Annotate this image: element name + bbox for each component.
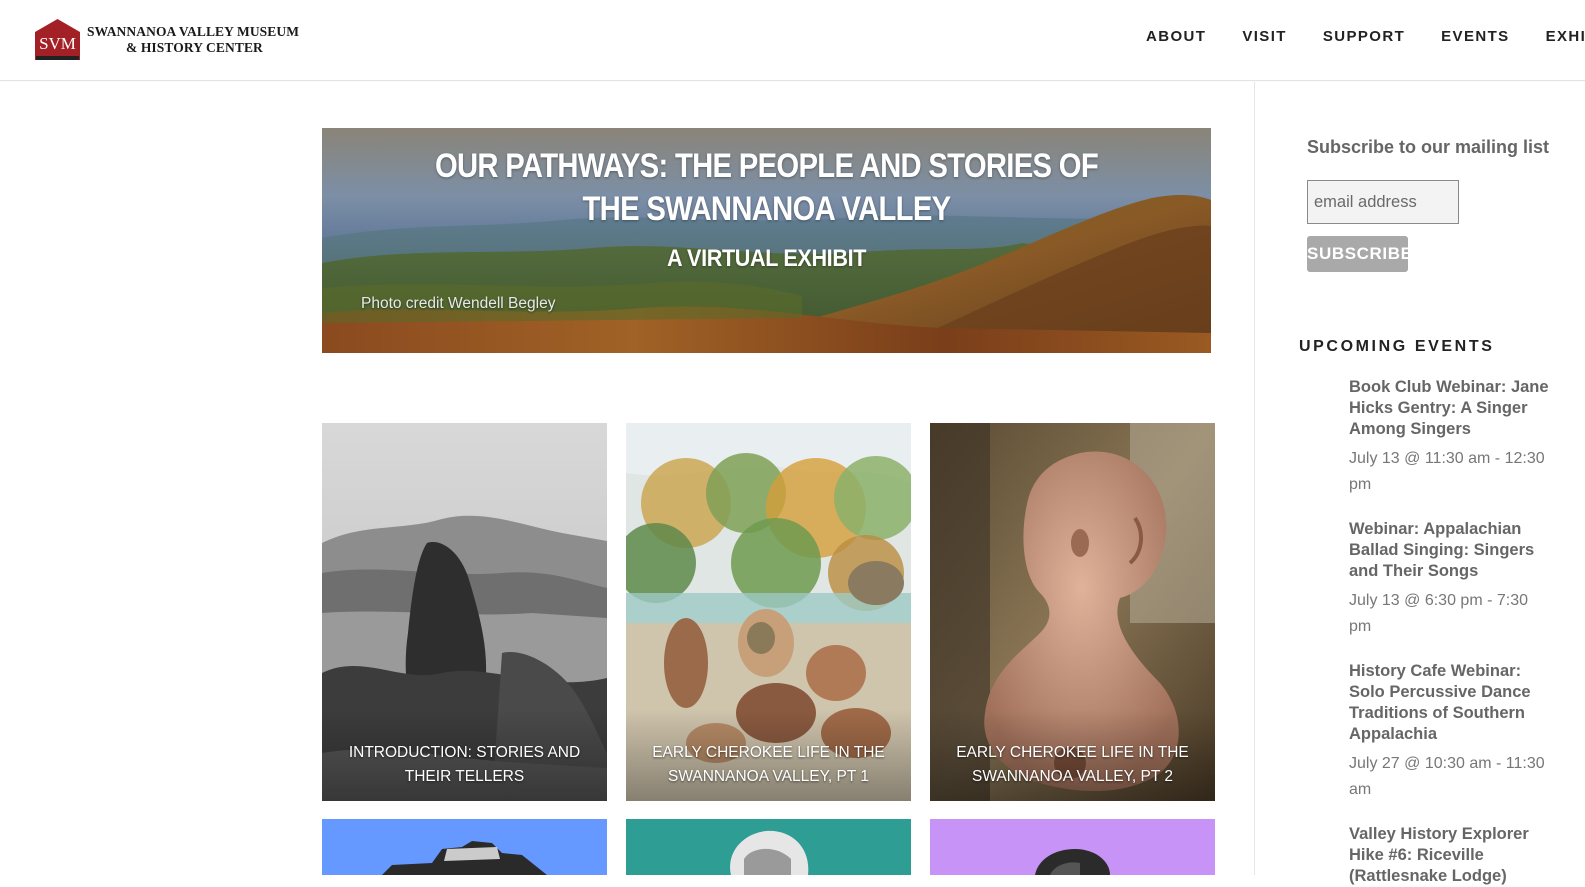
hero-title: OUR PATHWAYS: THE PEOPLE AND STORIES OF … <box>434 147 1099 228</box>
upcoming-events-heading: UPCOMING EVENTS <box>1299 338 1495 355</box>
event-date: July 13 @ 11:30 am - 12:30 pm <box>1349 450 1545 493</box>
email-field[interactable] <box>1307 180 1459 224</box>
museum-logo-icon: SVM <box>35 19 80 60</box>
exhibit-card-cherokee-pt1[interactable]: EARLY CHEROKEE LIFE IN THE SWANNANOA VAL… <box>626 423 911 801</box>
stone-structure-image <box>322 819 607 875</box>
exhibit-card-introduction[interactable]: INTRODUCTION: STORIES AND THEIR TELLERS <box>322 423 607 801</box>
card-caption: EARLY CHEROKEE LIFE IN THE SWANNANOA VAL… <box>626 709 911 801</box>
main-nav: ABOUT VISIT SUPPORT EVENTS EXHI <box>1146 28 1585 45</box>
nav-exhibits[interactable]: EXHI <box>1546 28 1585 45</box>
event-item: Webinar: Appalachian Ballad Singing: Sin… <box>1349 519 1554 640</box>
hero-subtitle: A VIRTUAL EXHIBIT <box>666 245 867 272</box>
hero-banner: OUR PATHWAYS: THE PEOPLE AND STORIES OF … <box>322 128 1211 353</box>
exhibit-card-6[interactable] <box>930 819 1215 875</box>
event-title-link[interactable]: Book Club Webinar: Jane Hicks Gentry: A … <box>1349 377 1554 440</box>
event-title-link[interactable]: Webinar: Appalachian Ballad Singing: Sin… <box>1349 519 1554 582</box>
card-caption: INTRODUCTION: STORIES AND THEIR TELLERS <box>322 709 607 801</box>
photo-credit: Photo credit Wendell Begley <box>361 295 556 312</box>
event-item: Valley History Explorer Hike #6: Ricevil… <box>1349 824 1554 887</box>
event-title-link[interactable]: History Cafe Webinar: Solo Percussive Da… <box>1349 661 1554 745</box>
exhibit-card-5[interactable] <box>626 819 911 875</box>
card-title: INTRODUCTION: STORIES AND THEIR TELLERS <box>348 744 581 785</box>
logo-wordmark: SWANNANOA VALLEY MUSEUM & HISTORY CENTER <box>87 24 299 56</box>
event-item: History Cafe Webinar: Solo Percussive Da… <box>1349 661 1554 803</box>
event-date: July 13 @ 6:30 pm - 7:30 pm <box>1349 592 1528 635</box>
subscribe-heading: Subscribe to our mailing list <box>1307 137 1550 157</box>
portrait-image <box>930 819 1215 875</box>
nav-visit[interactable]: VISIT <box>1242 28 1287 45</box>
nav-about[interactable]: ABOUT <box>1146 28 1206 45</box>
sidebar-divider <box>1254 82 1255 875</box>
event-date: July 27 @ 10:30 am - 11:30 am <box>1349 755 1545 798</box>
event-item: Book Club Webinar: Jane Hicks Gentry: A … <box>1349 377 1554 498</box>
portrait-image <box>626 819 911 875</box>
nav-support[interactable]: SUPPORT <box>1323 28 1405 45</box>
site-logo[interactable]: SVM SWANNANOA VALLEY MUSEUM & HISTORY CE… <box>34 18 299 61</box>
subscribe-button[interactable]: SUBSCRIBE <box>1307 236 1408 272</box>
card-title: EARLY CHEROKEE LIFE IN THE SWANNANOA VAL… <box>956 744 1189 785</box>
site-header: SVM SWANNANOA VALLEY MUSEUM & HISTORY CE… <box>0 0 1585 81</box>
logo-line-2: & HISTORY CENTER <box>126 39 263 55</box>
nav-events[interactable]: EVENTS <box>1441 28 1509 45</box>
card-caption: EARLY CHEROKEE LIFE IN THE SWANNANOA VAL… <box>930 709 1215 801</box>
event-title-link[interactable]: Valley History Explorer Hike #6: Ricevil… <box>1349 824 1554 887</box>
logo-line-1: SWANNANOA VALLEY MUSEUM <box>87 23 300 39</box>
logo-mark-text: SVM <box>39 34 76 53</box>
card-title: EARLY CHEROKEE LIFE IN THE SWANNANOA VAL… <box>652 744 885 785</box>
exhibit-card-4[interactable] <box>322 819 607 875</box>
exhibit-card-cherokee-pt2[interactable]: EARLY CHEROKEE LIFE IN THE SWANNANOA VAL… <box>930 423 1215 801</box>
